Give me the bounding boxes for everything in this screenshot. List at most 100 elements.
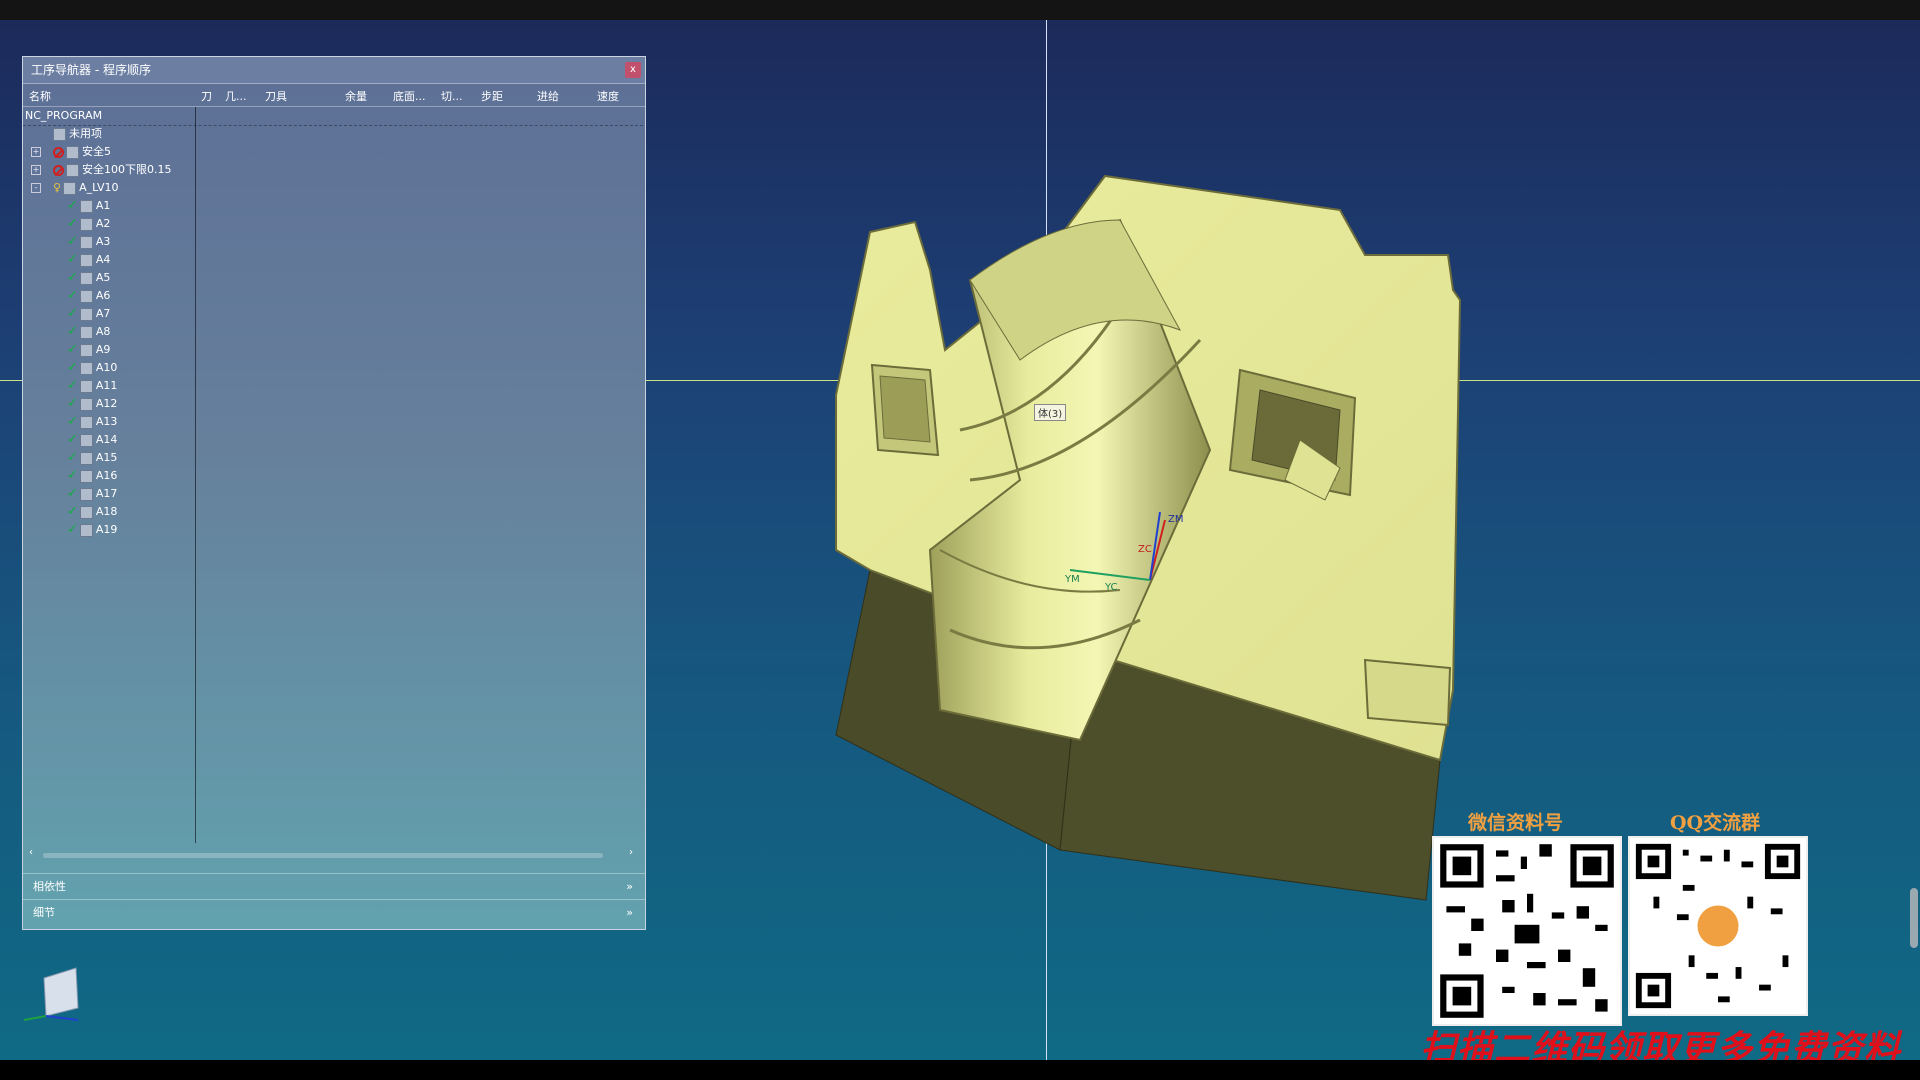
tree-node[interactable]: 未用项 [23, 125, 193, 143]
column-header-0[interactable]: 名称 [29, 88, 51, 104]
tree-root[interactable]: NC_PROGRAM [23, 107, 643, 126]
tree-node[interactable]: ✓ A7 [23, 305, 193, 323]
tree-node[interactable]: ✓ A17 [23, 485, 193, 503]
tree-node[interactable]: ✓ A6 [23, 287, 193, 305]
collapse-icon[interactable]: - [31, 183, 41, 193]
viewport-scroll-handle[interactable] [1910, 888, 1918, 948]
operation-icon [79, 451, 93, 465]
tree-node[interactable]: ✓ A9 [23, 341, 193, 359]
panel-close-button[interactable]: x [625, 62, 641, 78]
column-header-6[interactable]: 切... [441, 88, 463, 104]
cursor-tooltip: 体(3) [1034, 404, 1067, 421]
tree-node-content: ✓ A7 [67, 305, 110, 323]
graphics-viewport[interactable]: ZM ZC YM YC 体(3) 微信资料号 QQ交流群 扫描二维码领取更多免费… [0, 20, 1920, 1060]
tree-node[interactable]: ✓ A5 [23, 269, 193, 287]
checkmark-icon: ✓ [67, 414, 78, 429]
tree-node[interactable]: ✓ A11 [23, 377, 193, 395]
tree-node-label: 安全100下限0.15 [82, 163, 172, 176]
tree-node-content: ✓ A5 [67, 269, 110, 287]
tree-node-label: A9 [95, 343, 111, 356]
checkmark-icon: ✓ [67, 306, 78, 321]
operation-icon [79, 271, 93, 285]
section-details[interactable]: 细节 » [23, 899, 645, 925]
operation-icon [79, 433, 93, 447]
operation-icon [66, 145, 79, 159]
operation-icon [79, 325, 93, 339]
tree-node-label: A11 [95, 379, 118, 392]
tree-node[interactable]: ✓ A18 [23, 503, 193, 521]
expand-chevron-icon[interactable]: » [626, 900, 633, 926]
scroll-track[interactable] [43, 853, 603, 858]
column-header-4[interactable]: 余量 [345, 88, 367, 104]
tree-node[interactable]: + 安全5 [23, 143, 193, 161]
column-header-3[interactable]: 刀具 [265, 88, 287, 104]
tree-node-content: ✓ A14 [67, 431, 117, 449]
view-triad-icon[interactable] [16, 960, 96, 1030]
cad-part-model[interactable]: ZM ZC YM YC [820, 150, 1580, 910]
tree-node[interactable]: ✓ A10 [23, 359, 193, 377]
tree-node-content: ✓ A16 [67, 467, 117, 485]
scroll-left-icon[interactable]: ‹ [29, 847, 33, 858]
tree-node-label: A8 [95, 325, 111, 338]
horizontal-scrollbar[interactable]: ‹ › [27, 847, 639, 861]
checkmark-icon: ✓ [67, 432, 78, 447]
checkmark-icon: ✓ [67, 450, 78, 465]
column-header-7[interactable]: 步距 [481, 88, 503, 104]
tree-node-content: ✓ A13 [67, 413, 117, 431]
top-window-bar [0, 0, 1920, 20]
tree-node-label: A5 [95, 271, 111, 284]
checkmark-icon: ✓ [67, 234, 78, 249]
tree-node[interactable]: - ♀ A_LV10 [23, 179, 193, 197]
tree-node[interactable]: ✓ A12 [23, 395, 193, 413]
tree-node[interactable]: ✓ A14 [23, 431, 193, 449]
checkmark-icon: ✓ [67, 342, 78, 357]
tree-node-content: ✓ A8 [67, 323, 110, 341]
section-details-label: 细节 [33, 906, 55, 919]
column-header-2[interactable]: 几... [225, 88, 247, 104]
tree-node[interactable]: + 安全100下限0.15 [23, 161, 193, 179]
tree-node-content: ✓ A6 [67, 287, 110, 305]
column-header-1[interactable]: 刀 [201, 88, 212, 104]
column-header-8[interactable]: 进给 [537, 88, 559, 104]
expand-chevron-icon[interactable]: » [626, 874, 633, 900]
tree-node-label: A10 [95, 361, 118, 374]
tree-node-label: A18 [95, 505, 118, 518]
tree-node[interactable]: ✓ A2 [23, 215, 193, 233]
tree-node[interactable]: ✓ A3 [23, 233, 193, 251]
tree-node-label: A15 [95, 451, 118, 464]
operation-icon [79, 487, 93, 501]
section-dependencies[interactable]: 相依性 » [23, 873, 645, 899]
tree-node[interactable]: ✓ A19 [23, 521, 193, 539]
checkmark-icon: ✓ [67, 270, 78, 285]
panel-title: 工序导航器 - 程序顺序 x [23, 57, 645, 84]
column-header-5[interactable]: 底面... [393, 88, 426, 104]
checkmark-icon: ✓ [67, 324, 78, 339]
tree-node-label: A_LV10 [79, 181, 119, 194]
column-divider [195, 107, 196, 843]
promo-banner-text: 扫描二维码领取更多免费资料 [1420, 1028, 1902, 1060]
tree-node-content: ✓ A3 [67, 233, 110, 251]
tree-node-label: A16 [95, 469, 118, 482]
tree-node[interactable]: ✓ A4 [23, 251, 193, 269]
operation-navigator-panel: 工序导航器 - 程序顺序 x 名称 刀几... 刀具 余量 底面... 切... 步距 进给 速… [22, 56, 646, 930]
operation-icon [79, 379, 93, 393]
checkmark-icon: ✓ [67, 504, 78, 519]
operation-icon [79, 235, 93, 249]
axis-label-zc: ZC [1138, 544, 1152, 555]
operation-icon [53, 127, 66, 141]
tree-node-content: ✓ A9 [67, 341, 110, 359]
expand-icon[interactable]: + [31, 165, 41, 175]
tree-node[interactable]: ✓ A1 [23, 197, 193, 215]
tree-node[interactable]: ✓ A13 [23, 413, 193, 431]
checkmark-icon: ✓ [67, 360, 78, 375]
tree-node[interactable]: ✓ A15 [23, 449, 193, 467]
tree-node[interactable]: ✓ A8 [23, 323, 193, 341]
tree-node-content: 安全5 [53, 143, 111, 161]
expand-icon[interactable]: + [31, 147, 41, 157]
scroll-right-icon[interactable]: › [629, 847, 633, 858]
column-header-9[interactable]: 速度 [597, 88, 619, 104]
section-dependencies-label: 相依性 [33, 880, 66, 893]
tree-node[interactable]: ✓ A16 [23, 467, 193, 485]
pending-icon: ♀ [53, 181, 62, 194]
operation-icon [79, 469, 93, 483]
